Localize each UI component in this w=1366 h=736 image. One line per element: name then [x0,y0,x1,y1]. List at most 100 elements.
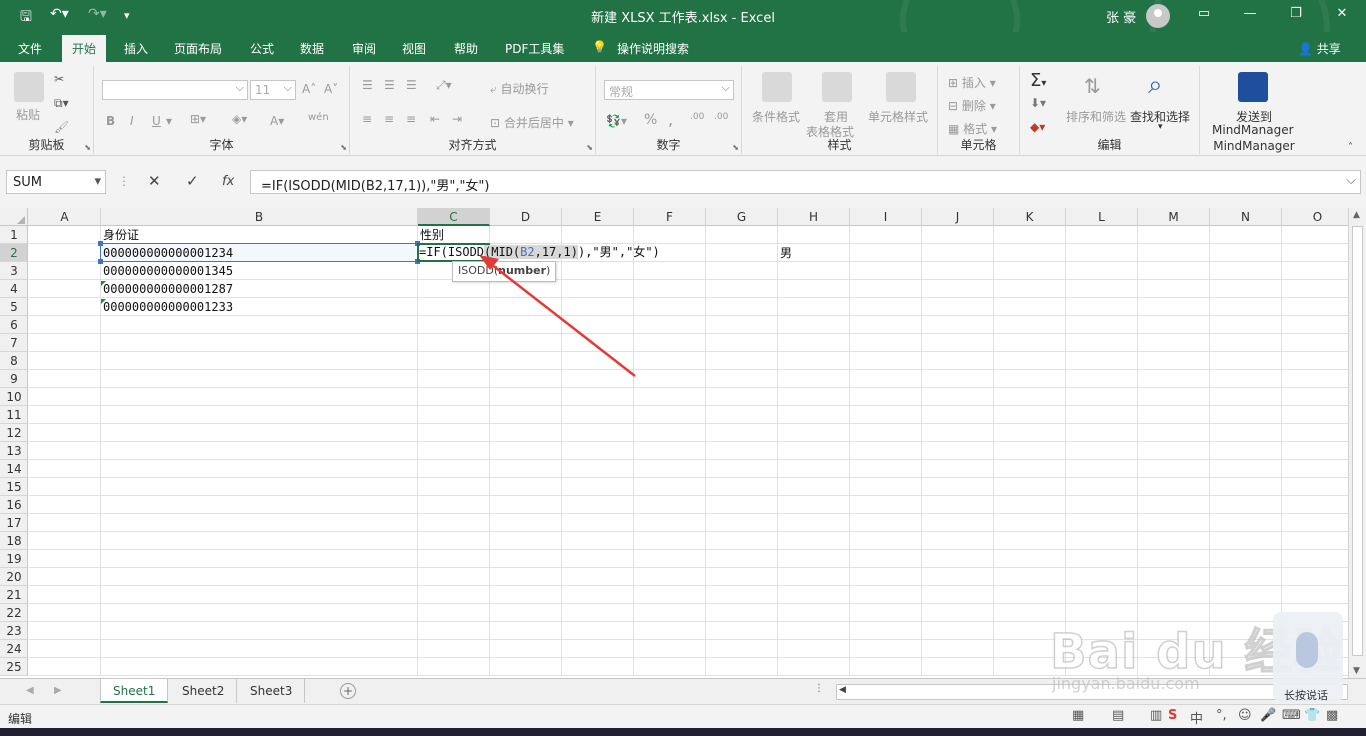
row-header-13[interactable]: 13 [0,442,27,460]
column-header-b[interactable]: B [101,208,418,226]
row-header-20[interactable]: 20 [0,568,27,586]
column-header-g[interactable]: G [706,208,778,226]
column-header-j[interactable]: J [922,208,994,226]
ime-logo-icon[interactable]: S [1168,708,1177,723]
bold-button[interactable]: B [106,114,115,128]
ribbon-display-icon[interactable]: ▭ [1194,6,1214,21]
phonetic-button[interactable]: wén [308,112,329,123]
decrease-indent-icon[interactable]: ⇤ [430,112,440,126]
cut-icon[interactable]: ✂ [54,72,64,86]
row-header-12[interactable]: 12 [0,424,27,442]
keyboard-icon[interactable]: ⌨ [1282,708,1301,723]
column-header-o[interactable]: O [1282,208,1354,226]
insert-function-button[interactable]: fx [222,174,234,189]
row-header-23[interactable]: 23 [0,622,27,640]
tab-review[interactable]: 审阅 [352,40,376,57]
merge-center-button[interactable]: ⊡ 合并后居中 ▾ [490,114,574,131]
number-format-combo[interactable]: 常规 [604,80,734,100]
enter-icon[interactable]: ✓ [186,172,199,190]
name-box[interactable]: SUM [6,170,106,194]
orientation-icon[interactable]: ⤢▾ [436,78,452,93]
underline-button[interactable]: U [152,114,161,128]
sort-filter-icon[interactable]: ⇅ [1084,74,1101,98]
column-header-h[interactable]: H [778,208,850,226]
ime-lang-icon[interactable]: 中 [1190,708,1203,727]
border-icon[interactable]: ⊞▾ [190,112,206,126]
row-header-14[interactable]: 14 [0,460,27,478]
user-name[interactable]: 张 豪 [1106,7,1136,26]
row-header-1[interactable]: 1 [0,226,27,244]
tab-page-layout[interactable]: 页面布局 [174,40,222,57]
increase-decimal-button[interactable]: .00 [690,112,704,122]
row-header-17[interactable]: 17 [0,514,27,532]
conditional-format-button[interactable]: 条件格式 [752,108,800,125]
fill-color-icon[interactable]: ◈▾ [232,112,247,126]
find-dropdown-icon[interactable]: ▾ [1158,122,1163,132]
format-painter-icon[interactable]: 🖌 [54,120,69,134]
paste-icon[interactable] [14,72,44,102]
sheet-tab-3[interactable]: Sheet3 [238,679,306,703]
restore-icon[interactable]: ❐ [1286,6,1306,21]
sheet-next-icon[interactable]: ▶ [54,685,62,696]
align-right-icon[interactable]: ≡ [406,112,416,126]
tab-formulas[interactable]: 公式 [250,40,274,57]
tab-home[interactable]: 开始 [62,35,107,62]
row-header-19[interactable]: 19 [0,550,27,568]
vertical-scrollbar[interactable]: ▲ ▼ [1348,208,1366,678]
format-as-table-icon[interactable] [822,72,852,102]
underline-dropdown-icon[interactable]: ▾ [166,114,172,128]
row-header-10[interactable]: 10 [0,388,27,406]
column-header-f[interactable]: F [634,208,706,226]
voice-icon[interactable]: 🎤 [1260,708,1276,723]
dialog-launcher-icon[interactable]: ⬊ [732,143,739,152]
collapse-ribbon-icon[interactable]: ˄ [1348,142,1353,153]
column-header-m[interactable]: M [1138,208,1210,226]
page-break-view-icon[interactable]: ▥ [1150,708,1162,723]
cell-styles-icon[interactable] [886,72,916,102]
row-header-18[interactable]: 18 [0,532,27,550]
sheet-tab-1[interactable]: Sheet1 [100,679,169,703]
currency-icon[interactable]: 💱▾ [606,114,627,128]
row-header-21[interactable]: 21 [0,586,27,604]
sheet-prev-icon[interactable]: ◀ [26,685,34,696]
font-size-decrease-icon[interactable]: A˅ [324,82,338,96]
row-header-5[interactable]: 5 [0,298,27,316]
add-sheet-button[interactable]: + [340,683,356,699]
avatar[interactable] [1146,4,1170,28]
insert-cells-button[interactable]: ⊞ 插入 ▾ [948,74,996,91]
microphone-icon[interactable] [1296,632,1318,668]
row-header-3[interactable]: 3 [0,262,27,280]
row-header-11[interactable]: 11 [0,406,27,424]
copy-icon[interactable]: ⧉▾ [54,96,69,111]
send-to-label-2[interactable]: MindManager [1212,123,1294,137]
font-name-combo[interactable] [102,80,248,100]
scroll-up-icon[interactable]: ▲ [1353,210,1360,220]
emoji-icon[interactable]: ☺ [1238,708,1252,723]
row-header-9[interactable]: 9 [0,370,27,388]
normal-view-icon[interactable]: ▦ [1072,708,1084,723]
row-header-16[interactable]: 16 [0,496,27,514]
scroll-down-icon[interactable]: ▼ [1353,666,1360,676]
skin-icon[interactable]: 👕 [1304,708,1320,723]
tab-file[interactable]: 文件 [18,40,42,57]
dialog-launcher-icon[interactable]: ⬊ [586,143,593,152]
comma-button[interactable]: , [668,110,673,129]
tab-view[interactable]: 视图 [402,40,426,57]
magnifier-icon[interactable]: ⌕ [1148,70,1163,101]
select-all-corner[interactable] [0,208,28,226]
sheet-tab-2[interactable]: Sheet2 [170,679,238,703]
column-header-i[interactable]: I [850,208,922,226]
tab-help[interactable]: 帮助 [454,40,478,57]
row-header-7[interactable]: 7 [0,334,27,352]
tell-me-search[interactable]: 操作说明搜索 [617,40,689,57]
row-header-22[interactable]: 22 [0,604,27,622]
row-header-8[interactable]: 8 [0,352,27,370]
tab-split-handle-icon[interactable]: ⋮ [814,683,824,694]
cell-styles-button[interactable]: 单元格样式 [868,108,928,125]
percent-button[interactable]: % [644,112,657,128]
ime-punct-icon[interactable]: °, [1216,708,1227,723]
row-header-15[interactable]: 15 [0,478,27,496]
dialog-launcher-icon[interactable]: ⬊ [84,143,91,152]
minimize-icon[interactable]: — [1240,6,1260,21]
paste-label[interactable]: 粘贴 [16,106,40,123]
